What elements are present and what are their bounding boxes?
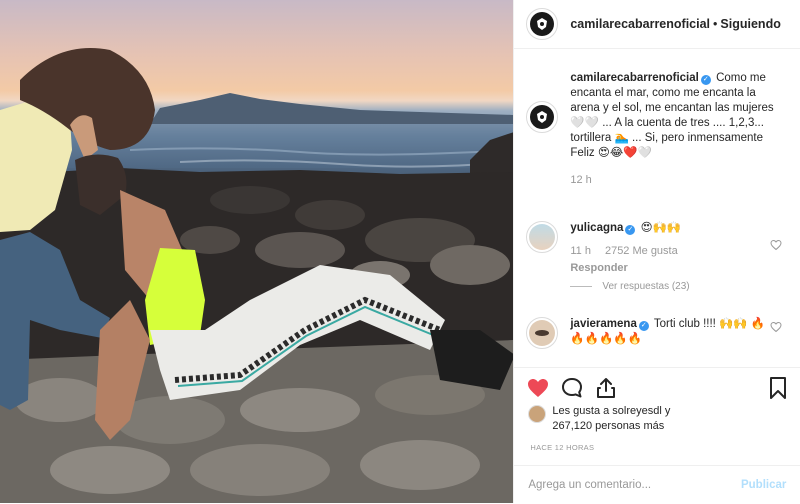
bookmark-icon[interactable] — [766, 376, 790, 400]
instagram-post: camilarecabarrenoficial • Siguiendo camila… — [0, 0, 800, 503]
post-photo[interactable] — [0, 0, 515, 503]
caption-avatar[interactable] — [526, 101, 559, 133]
distant-hills — [150, 93, 514, 124]
comment-icon[interactable] — [560, 376, 584, 400]
verified-badge-icon: ✓ — [638, 321, 649, 331]
beach-photo-illustration — [0, 48, 514, 503]
likes-line-1: Les gusta a solreyesdl y — [552, 405, 671, 417]
action-bar — [514, 367, 800, 408]
verified-badge-icon: ✓ — [700, 75, 711, 85]
liker-avatar[interactable] — [528, 405, 547, 423]
replies-divider — [570, 286, 593, 287]
share-icon[interactable] — [594, 376, 618, 400]
comment-javieramena: javieramena ✓ Torti club !!!! 🙌🙌 🔥🔥🔥🔥🔥🔥 — [526, 317, 796, 349]
crest-icon — [530, 105, 555, 129]
comment-like-heart-icon[interactable] — [770, 239, 782, 251]
caption-body: camilarecabarrenoficial ✓ Como me encanta… — [570, 71, 776, 188]
likes-summary[interactable]: Les gusta a solreyesdl y 267,120 persona… — [528, 404, 702, 434]
header-separator: • — [713, 17, 718, 31]
post-side-panel: camilarecabarrenoficial • Siguiendo camila… — [514, 0, 800, 503]
comment-username[interactable]: yulicagna — [570, 222, 623, 234]
author-avatar[interactable] — [526, 8, 559, 40]
comment-avatar[interactable] — [526, 317, 559, 349]
publish-button[interactable]: Publicar — [741, 479, 786, 491]
avatar-photo — [529, 320, 556, 346]
caption-comment: camilarecabarrenoficial ✓ Como me encanta… — [526, 71, 796, 188]
view-replies-button[interactable]: Ver respuestas (23) — [570, 281, 690, 292]
comment-like-heart-icon[interactable] — [770, 321, 782, 333]
follow-status-button[interactable]: Siguiendo — [720, 17, 780, 31]
caption-meta: 12 h — [570, 173, 776, 188]
post-header: camilarecabarrenoficial • Siguiendo — [514, 0, 800, 49]
comment-meta: 11 h 2752 Me gusta — [570, 244, 776, 259]
caption-text: Como me encanta el mar, como me encanta … — [570, 72, 774, 159]
comment-body: yulicagna ✓ 😍🙌🙌 11 h 2752 Me gusta Respond… — [570, 221, 776, 276]
comment-input[interactable]: Agrega un comentario... — [528, 479, 741, 491]
reply-button[interactable]: Responder — [570, 261, 776, 276]
likes-line-2: 267,120 personas más — [552, 420, 665, 432]
author-username[interactable]: camilarecabarrenoficial — [570, 17, 710, 31]
verified-badge-icon: ✓ — [625, 225, 636, 235]
comments-list[interactable]: camilarecabarrenoficial ✓ Como me encanta… — [514, 49, 800, 367]
comment-avatar[interactable] — [526, 221, 559, 253]
comment-text: 😍🙌🙌 — [640, 222, 682, 234]
crest-icon — [530, 12, 555, 36]
header-text: camilarecabarrenoficial • Siguiendo — [570, 17, 780, 31]
post-timestamp[interactable]: HACE 12 HORAS — [530, 443, 594, 452]
likes-text: Les gusta a solreyesdl y 267,120 persona… — [552, 404, 702, 434]
caption-time[interactable]: 12 h — [570, 174, 591, 186]
comment-body: javieramena ✓ Torti club !!!! 🙌🙌 🔥🔥🔥🔥🔥🔥 — [570, 317, 776, 349]
comment-likes[interactable]: 2752 Me gusta — [605, 245, 678, 257]
comment-yulicagna: yulicagna ✓ 😍🙌🙌 11 h 2752 Me gusta Respond… — [526, 221, 796, 276]
heart-icon[interactable] — [526, 376, 550, 400]
caption-username[interactable]: camilarecabarrenoficial — [570, 72, 699, 84]
comment-username[interactable]: javieramena — [570, 318, 637, 330]
add-comment-bar: Agrega un comentario... Publicar — [514, 465, 800, 504]
comment-time[interactable]: 11 h — [570, 245, 591, 257]
avatar-photo — [529, 224, 556, 250]
view-replies-label: Ver respuestas (23) — [602, 281, 690, 292]
